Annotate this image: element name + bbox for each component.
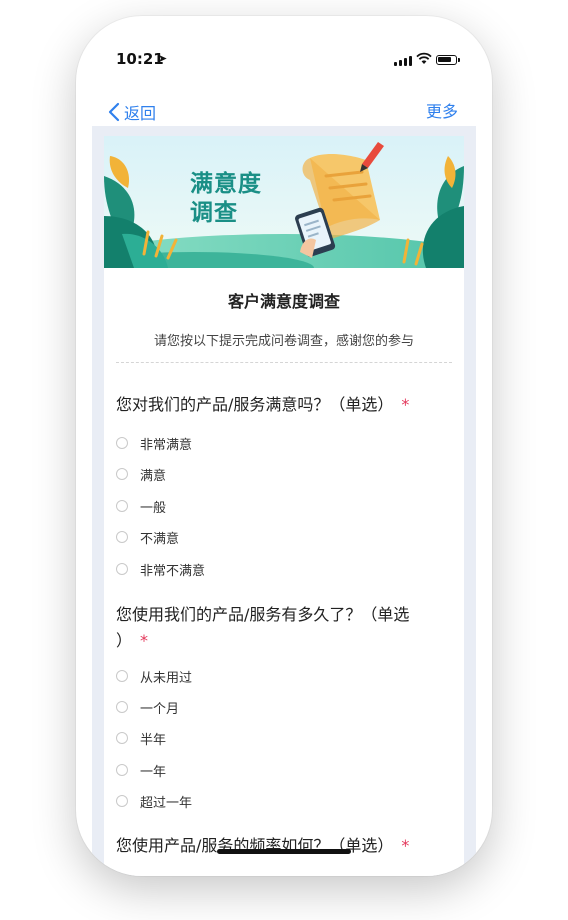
- question-1-option[interactable]: 一般: [116, 496, 166, 516]
- option-label: 从未用过: [140, 670, 193, 686]
- question-1-title: 您对我们的产品/服务满意吗？（单选） *: [116, 392, 452, 418]
- required-mark: *: [401, 836, 410, 855]
- location-arrow-icon: ➤: [158, 52, 168, 65]
- chevron-left-icon: [108, 102, 120, 122]
- radio-button[interactable]: [116, 732, 128, 744]
- banner-title-line-1: 满意度: [190, 171, 262, 197]
- radio-button[interactable]: [116, 563, 128, 575]
- survey-description: 请您按以下提示完成问卷调查，感谢您的参与: [153, 334, 414, 349]
- wifi-icon: [416, 52, 432, 64]
- option-label: 半年: [140, 732, 167, 748]
- option-label: 非常满意: [140, 437, 193, 453]
- question-2-option[interactable]: 一个月: [116, 697, 179, 717]
- question-2-option[interactable]: 从未用过: [116, 666, 192, 686]
- banner-title-line-2: 调查: [190, 200, 238, 226]
- survey-card: 满意度 调查 客户满意度调查 请您按以下提示完成问卷调查，感谢您的参与 您对我们…: [104, 136, 464, 876]
- status-bar: 10:21 ➤: [76, 16, 492, 96]
- question-1-text: 您对我们的产品/服务满意吗？（单选）: [116, 395, 394, 414]
- radio-button[interactable]: [116, 701, 128, 713]
- option-label: 非常不满意: [140, 563, 206, 579]
- required-mark: *: [140, 631, 149, 650]
- question-2-option[interactable]: 半年: [116, 728, 166, 748]
- question-1-option[interactable]: 不满意: [116, 527, 179, 547]
- question-3-title: 您使用产品/服务的频率如何？（单选） *: [116, 833, 452, 859]
- option-label: 一般: [140, 500, 167, 516]
- radio-button[interactable]: [116, 764, 128, 776]
- option-label: 一个月: [140, 701, 180, 717]
- question-2-title: 您使用我们的产品/服务有多久了？（单选 ） *: [116, 602, 452, 654]
- question-1-option[interactable]: 满意: [116, 464, 166, 484]
- radio-button[interactable]: [116, 670, 128, 682]
- cellular-signal-icon: [394, 56, 412, 66]
- radio-button[interactable]: [116, 500, 128, 512]
- status-time: 10:21: [116, 50, 164, 68]
- option-label: 满意: [140, 468, 167, 484]
- survey-title: 客户满意度调查: [227, 292, 340, 311]
- option-label: 超过一年: [140, 795, 193, 811]
- battery-icon: [436, 55, 457, 65]
- question-2-text-line-1: 您使用我们的产品/服务有多久了？（单选: [116, 605, 410, 624]
- radio-button[interactable]: [116, 531, 128, 543]
- phone-frame: 10:21 ➤ 返回 更多 满意度 调查 客户满意度调查 请您按以下提示完成问卷…: [76, 16, 492, 876]
- dashed-divider: [116, 362, 452, 363]
- radio-button[interactable]: [116, 795, 128, 807]
- question-1-option[interactable]: 非常不满意: [116, 559, 205, 579]
- home-indicator[interactable]: [217, 849, 351, 854]
- option-label: 一年: [140, 764, 167, 780]
- question-2-option[interactable]: 一年: [116, 760, 166, 780]
- radio-button[interactable]: [116, 437, 128, 449]
- option-label: 不满意: [140, 531, 180, 547]
- required-mark: *: [401, 395, 410, 414]
- radio-button[interactable]: [116, 468, 128, 480]
- question-2-text-line-2: ）: [116, 631, 133, 650]
- back-label: 返回: [124, 104, 157, 123]
- question-2-option[interactable]: 超过一年: [116, 791, 192, 811]
- battery-tip: [458, 58, 460, 62]
- survey-banner-illustration: [104, 136, 464, 268]
- question-1-option[interactable]: 非常满意: [116, 433, 192, 453]
- banner-title: 满意度 调查: [190, 170, 262, 228]
